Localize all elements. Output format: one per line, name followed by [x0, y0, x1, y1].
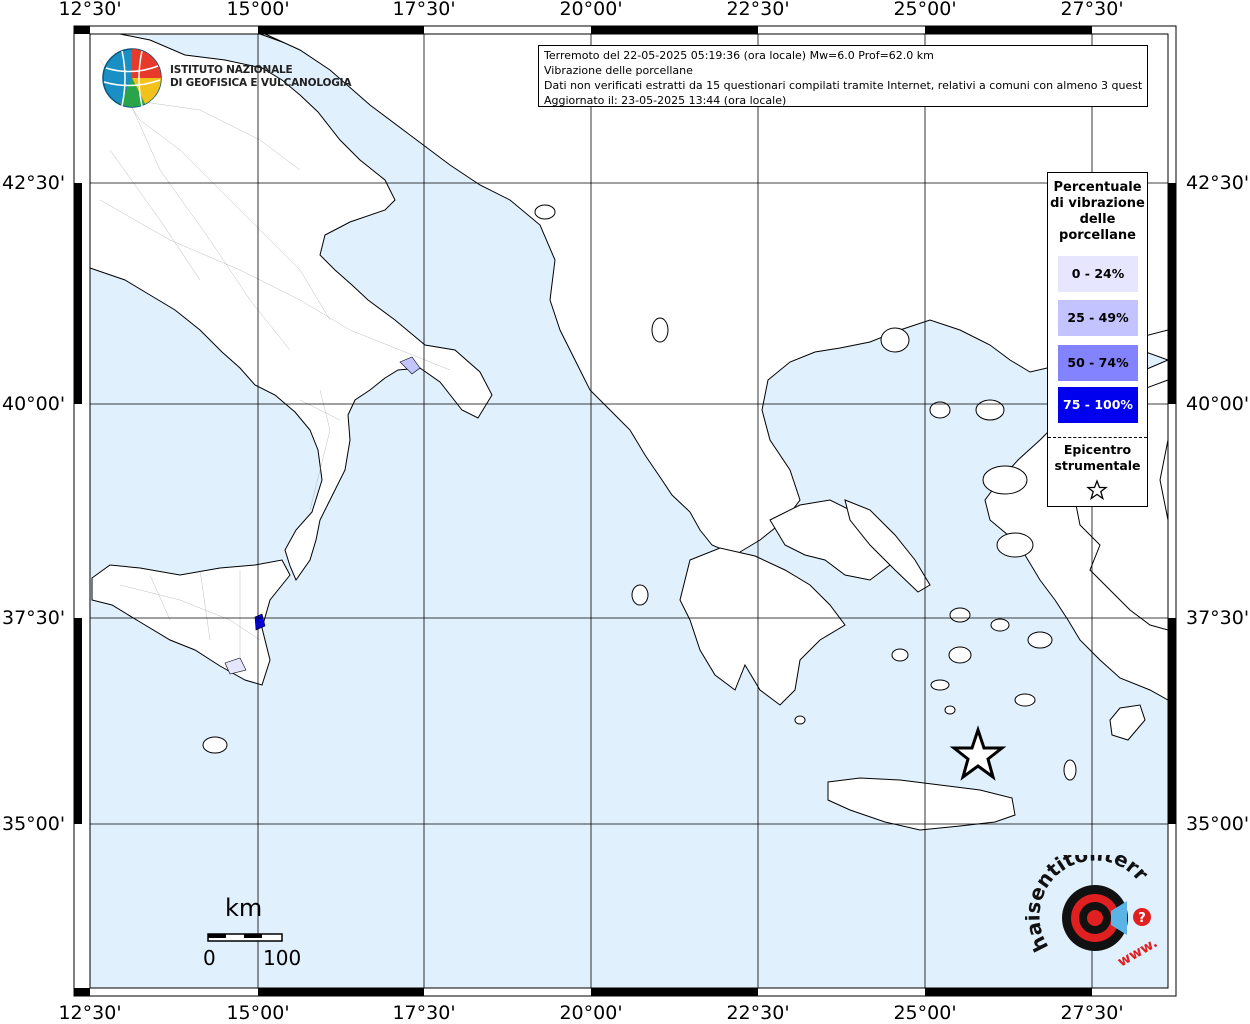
legend-class-25-49: 25 - 49%	[1058, 300, 1138, 336]
lon-label-top-2: 17°30'	[392, 0, 456, 20]
lon-label-bottom-4: 22°30'	[726, 1002, 790, 1024]
lat-label-left-0: 42°30'	[2, 172, 66, 194]
lon-label-top-4: 22°30'	[726, 0, 790, 20]
legend-epicenter-line: Epicentro	[1063, 442, 1132, 457]
lat-label-left-1: 40°00'	[2, 393, 66, 415]
lon-label-top-5: 25°00'	[893, 0, 957, 20]
lat-label-right-3: 35°00'	[1186, 813, 1250, 835]
lat-label-left-3: 35°00'	[2, 813, 66, 835]
legend-epicenter-label: Epicentro strumentale	[1048, 442, 1147, 474]
scale-label-zero: 0	[203, 946, 216, 970]
event-info-line: Terremoto del 22-05-2025 05:19:36 (ora l…	[544, 49, 934, 62]
ingv-name-line1: ISTITUTO NAZIONALE	[170, 64, 293, 76]
scale-bar: km 0 100	[195, 890, 315, 980]
legend-class-50-74: 50 - 74%	[1058, 345, 1138, 381]
ingv-logo-icon	[102, 48, 162, 108]
event-info-box: Terremoto del 22-05-2025 05:19:36 (ora l…	[538, 45, 1148, 107]
scale-bar-ruler	[207, 933, 283, 942]
lon-label-top-1: 15°00'	[226, 0, 290, 20]
haisentito-logo-prefix: www.	[1115, 935, 1160, 970]
legend-class-0-24: 0 - 24%	[1058, 256, 1138, 292]
legend-title: Percentuale di vibrazione delle porcella…	[1048, 180, 1147, 244]
lon-label-top-6: 27°30'	[1060, 0, 1124, 20]
lon-label-bottom-2: 17°30'	[392, 1002, 456, 1024]
lon-label-bottom-1: 15°00'	[226, 1002, 290, 1024]
event-info-disclaimer: Dati non verificati estratti da 15 quest…	[544, 79, 1142, 92]
lon-label-top-3: 20°00'	[559, 0, 623, 20]
scale-label-max: 100	[263, 946, 302, 970]
legend-title-line: Percentuale	[1053, 180, 1142, 195]
legend-class-75-100: 75 - 100%	[1058, 387, 1138, 423]
legend-star-icon	[1086, 479, 1108, 501]
legend-title-line: delle	[1079, 212, 1116, 227]
lon-label-bottom-5: 25°00'	[893, 1002, 957, 1024]
legend-epicenter-line: strumentale	[1054, 458, 1141, 473]
legend-divider	[1048, 437, 1147, 438]
lat-label-left-2: 37°30'	[2, 607, 66, 629]
legend-title-line: porcellane	[1059, 228, 1136, 243]
scale-unit: km	[225, 894, 263, 922]
ingv-name-line2: DI GEOFISICA E VULCANOLOGIA	[170, 77, 352, 89]
lat-label-right-0: 42°30'	[1186, 172, 1250, 194]
legend-panel: Percentuale di vibrazione delle porcella…	[1047, 172, 1148, 507]
event-info-updated: Aggiornato il: 23-05-2025 13:44 (ora loc…	[544, 94, 787, 107]
haisentito-logo-mark: ?	[1138, 911, 1146, 926]
lon-label-bottom-6: 27°30'	[1060, 1002, 1124, 1024]
lon-label-top-0: 12°30'	[58, 0, 122, 20]
legend-title-line: di vibrazione	[1050, 196, 1145, 211]
lon-label-bottom-3: 20°00'	[559, 1002, 623, 1024]
lat-label-right-1: 40°00'	[1186, 393, 1250, 415]
ingv-name: ISTITUTO NAZIONALE DI GEOFISICA E VULCAN…	[170, 64, 351, 90]
haisentito-logo-icon: ? haisentitoilterremoto.it www.	[1025, 855, 1160, 970]
lat-label-right-2: 37°30'	[1186, 607, 1250, 629]
lon-label-bottom-0: 12°30'	[58, 1002, 122, 1024]
event-info-subject: Vibrazione delle porcellane	[544, 64, 693, 77]
